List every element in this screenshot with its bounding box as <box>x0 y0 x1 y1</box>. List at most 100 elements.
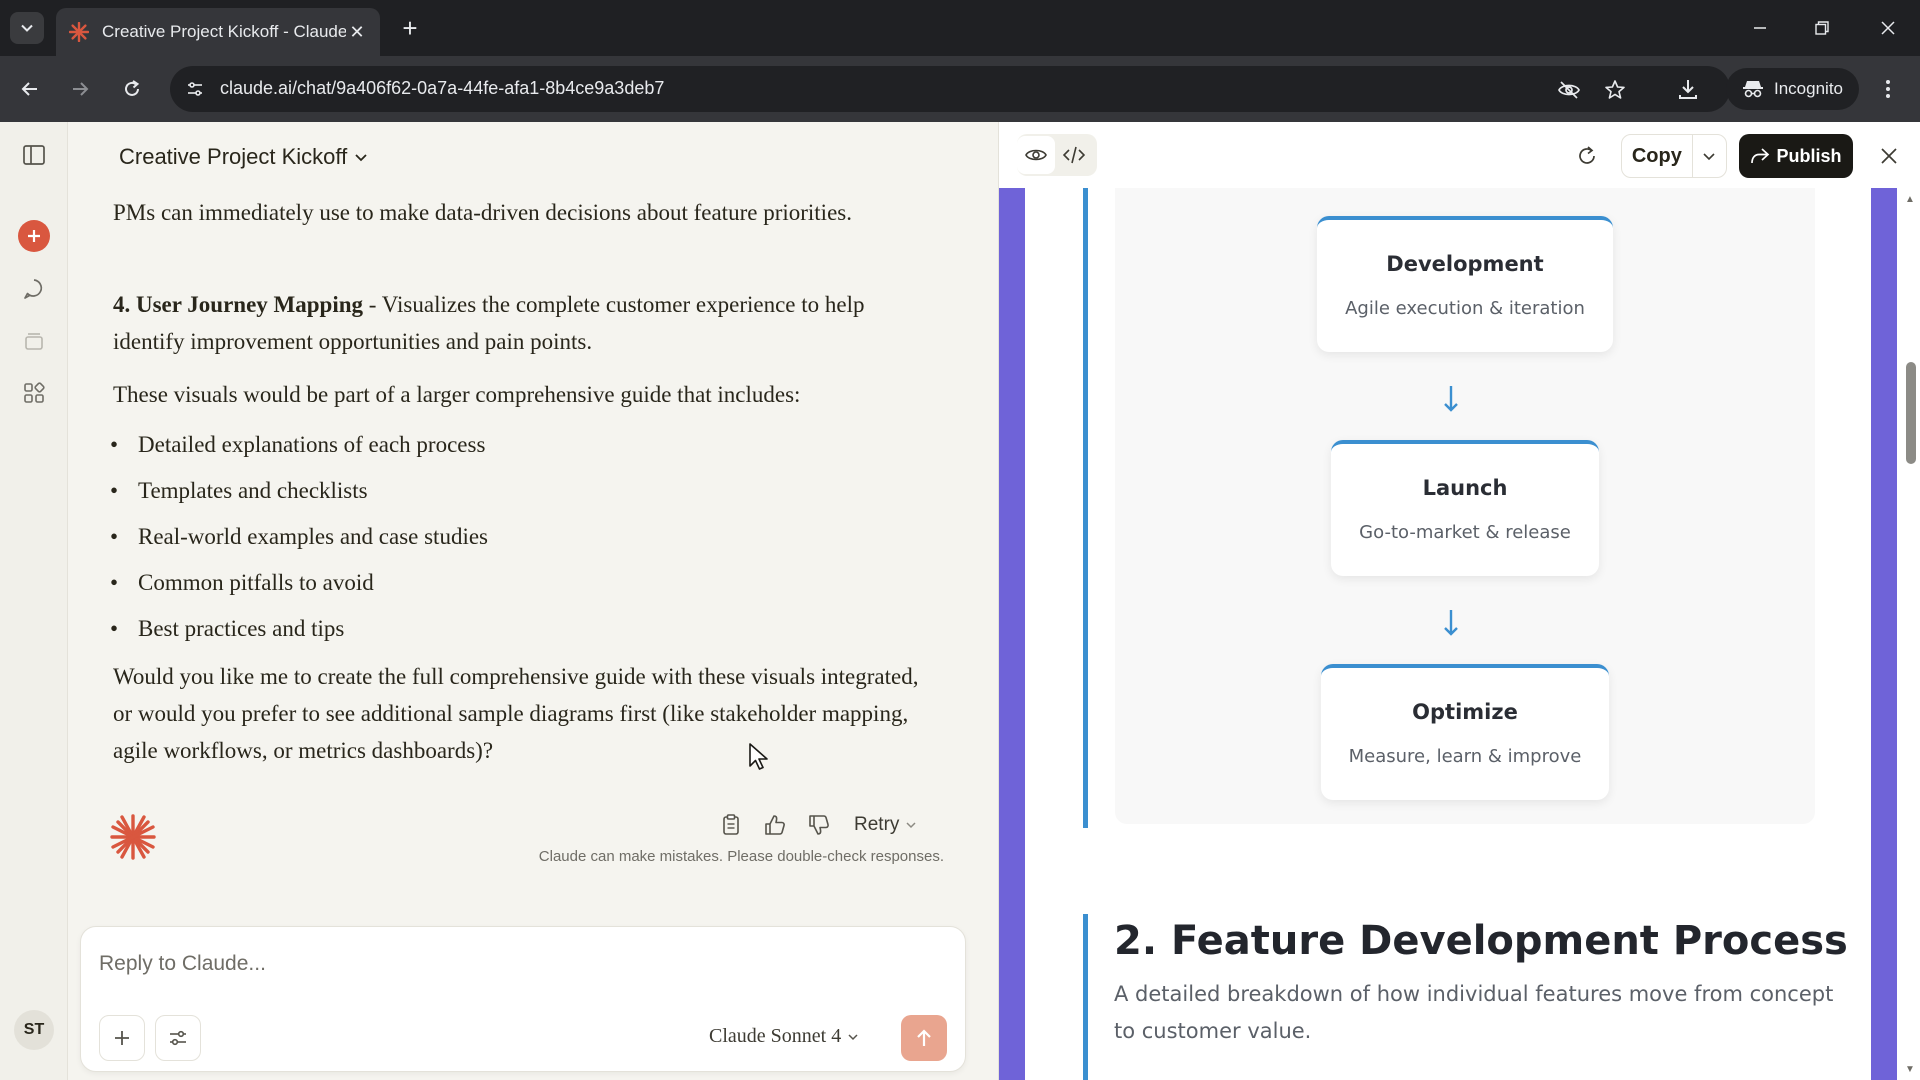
artifact-header: Copy Publish <box>999 122 1920 188</box>
copy-button[interactable]: Copy <box>1622 134 1693 178</box>
chat-title-menu[interactable]: Creative Project Kickoff <box>119 144 369 170</box>
close-icon[interactable]: ✕ <box>346 21 368 43</box>
disclaimer-text: Claude can make mistakes. Please double-… <box>538 848 944 865</box>
back-button[interactable] <box>12 71 48 107</box>
incognito-icon <box>1743 81 1763 98</box>
new-chat-button[interactable] <box>18 220 50 252</box>
incognito-label: Incognito <box>1774 79 1843 98</box>
section-accent-line <box>1083 914 1088 1080</box>
chevron-down-icon <box>1703 153 1715 161</box>
step-description: Go-to-market & release <box>1359 522 1571 543</box>
message-actions: Retry <box>716 808 917 842</box>
close-icon <box>1881 21 1895 35</box>
message-paragraph: These visuals would be part of a larger … <box>113 382 801 407</box>
forward-icon <box>73 82 89 96</box>
restore-button[interactable] <box>1802 10 1842 46</box>
chats-button[interactable] <box>17 272 51 306</box>
url-text[interactable]: claude.ai/chat/9a406f62-0a7a-44fe-afa1-8… <box>220 78 664 99</box>
address-bar[interactable]: claude.ai/chat/9a406f62-0a7a-44fe-afa1-8… <box>170 66 1730 112</box>
code-icon <box>1063 146 1085 164</box>
reply-input[interactable] <box>99 947 939 981</box>
flow-step-optimize: Optimize Measure, learn & improve <box>1321 664 1609 800</box>
list-item: Real-world examples and case studies <box>138 514 488 560</box>
chat-search-icon <box>24 279 43 299</box>
restore-icon <box>1815 21 1829 35</box>
thumbs-down-icon <box>809 815 829 835</box>
browser-toolbar: claude.ai/chat/9a406f62-0a7a-44fe-afa1-8… <box>0 56 1920 122</box>
tools-button[interactable] <box>155 1015 201 1061</box>
artifacts-button[interactable] <box>17 376 51 410</box>
window-close-button[interactable] <box>1868 10 1908 46</box>
thumbs-down-button[interactable] <box>804 810 834 840</box>
send-button[interactable] <box>901 1015 947 1061</box>
publish-icon <box>1751 148 1770 164</box>
chevron-down-icon <box>848 1033 858 1040</box>
mouse-cursor-icon <box>749 743 768 770</box>
copy-button-group: Copy <box>1621 134 1727 178</box>
chat-title: Creative Project Kickoff <box>119 144 348 169</box>
site-info-icon[interactable] <box>180 74 210 104</box>
star-icon[interactable] <box>1600 75 1630 105</box>
copy-message-button[interactable] <box>716 810 746 840</box>
page-border-left <box>999 188 1025 1080</box>
list-item: Common pitfalls to avoid <box>138 560 488 606</box>
send-arrow-icon <box>917 1029 931 1046</box>
tab-list-button[interactable] <box>10 12 44 44</box>
composer: Claude Sonnet 4 <box>80 926 966 1072</box>
eye-off-icon[interactable] <box>1554 75 1584 105</box>
step-title: Development <box>1386 252 1544 276</box>
refresh-button[interactable] <box>1569 138 1605 174</box>
arrow-down-icon <box>1444 386 1458 412</box>
step-description: Measure, learn & improve <box>1348 746 1582 767</box>
section-heading: 2. Feature Development Process <box>1114 918 1848 964</box>
reload-button[interactable] <box>114 71 150 107</box>
model-selector[interactable]: Claude Sonnet 4 <box>709 1025 859 1048</box>
page-border-right <box>1871 188 1897 1080</box>
thumbs-up-button[interactable] <box>760 810 790 840</box>
flow-step-launch: Launch Go-to-market & release <box>1331 440 1599 576</box>
minimize-icon <box>1754 27 1766 29</box>
projects-button[interactable] <box>17 324 51 358</box>
sidebar-toggle-button[interactable] <box>17 138 51 172</box>
download-button[interactable] <box>1670 71 1706 107</box>
artifact-preview: ▲ ▼ Development Agile execution & iterat… <box>999 188 1920 1080</box>
minimize-button[interactable] <box>1740 10 1780 46</box>
download-icon <box>1679 80 1697 99</box>
retry-button[interactable]: Retry <box>854 814 917 836</box>
chevron-down-icon <box>355 154 367 162</box>
artifact-scrollbar-thumb[interactable] <box>1906 362 1916 464</box>
view-toggle <box>1017 134 1097 176</box>
forward-button[interactable] <box>62 71 98 107</box>
code-tab[interactable] <box>1055 136 1093 174</box>
scroll-up-arrow[interactable]: ▲ <box>1903 192 1917 206</box>
list-item: Detailed explanations of each process <box>138 422 488 468</box>
message-list-item: 4. User Journey Mapping - Visualizes the… <box>113 286 933 360</box>
reload-icon <box>125 80 140 96</box>
item-heading: 4. User Journey Mapping <box>113 292 364 317</box>
publish-button[interactable]: Publish <box>1739 134 1853 178</box>
plus-icon: + <box>402 12 418 43</box>
attach-button[interactable] <box>99 1015 145 1061</box>
artifact-panel: Copy Publish ▲ ▼ Development Agile execu… <box>998 122 1920 1080</box>
step-title: Launch <box>1422 476 1508 500</box>
copy-options-button[interactable] <box>1693 149 1726 163</box>
user-avatar[interactable]: ST <box>14 1010 54 1050</box>
browser-tab-strip: Creative Project Kickoff - Claude ✕ + <box>0 0 1920 56</box>
section-description: A detailed breakdown of how individual f… <box>1114 982 1834 1043</box>
message-paragraph: Would you like me to create the full com… <box>113 664 919 763</box>
close-artifact-button[interactable] <box>1871 138 1907 174</box>
incognito-indicator[interactable]: Incognito <box>1726 68 1859 110</box>
section-accent-line <box>1083 188 1088 828</box>
kebab-menu-icon <box>1886 80 1890 98</box>
preview-tab[interactable] <box>1017 136 1055 174</box>
artifacts-icon <box>24 382 45 403</box>
browser-menu-button[interactable] <box>1870 71 1906 107</box>
copy-icon <box>723 814 739 835</box>
bullet-list: Detailed explanations of each process Te… <box>138 422 488 652</box>
scroll-down-arrow[interactable]: ▼ <box>1903 1062 1917 1076</box>
new-tab-button[interactable]: + <box>396 12 424 43</box>
browser-tab-active[interactable]: Creative Project Kickoff - Claude ✕ <box>56 8 380 56</box>
flow-step-development: Development Agile execution & iteration <box>1317 216 1613 352</box>
tab-title: Creative Project Kickoff - Claude <box>102 22 346 41</box>
arrow-down-icon <box>1444 610 1458 636</box>
